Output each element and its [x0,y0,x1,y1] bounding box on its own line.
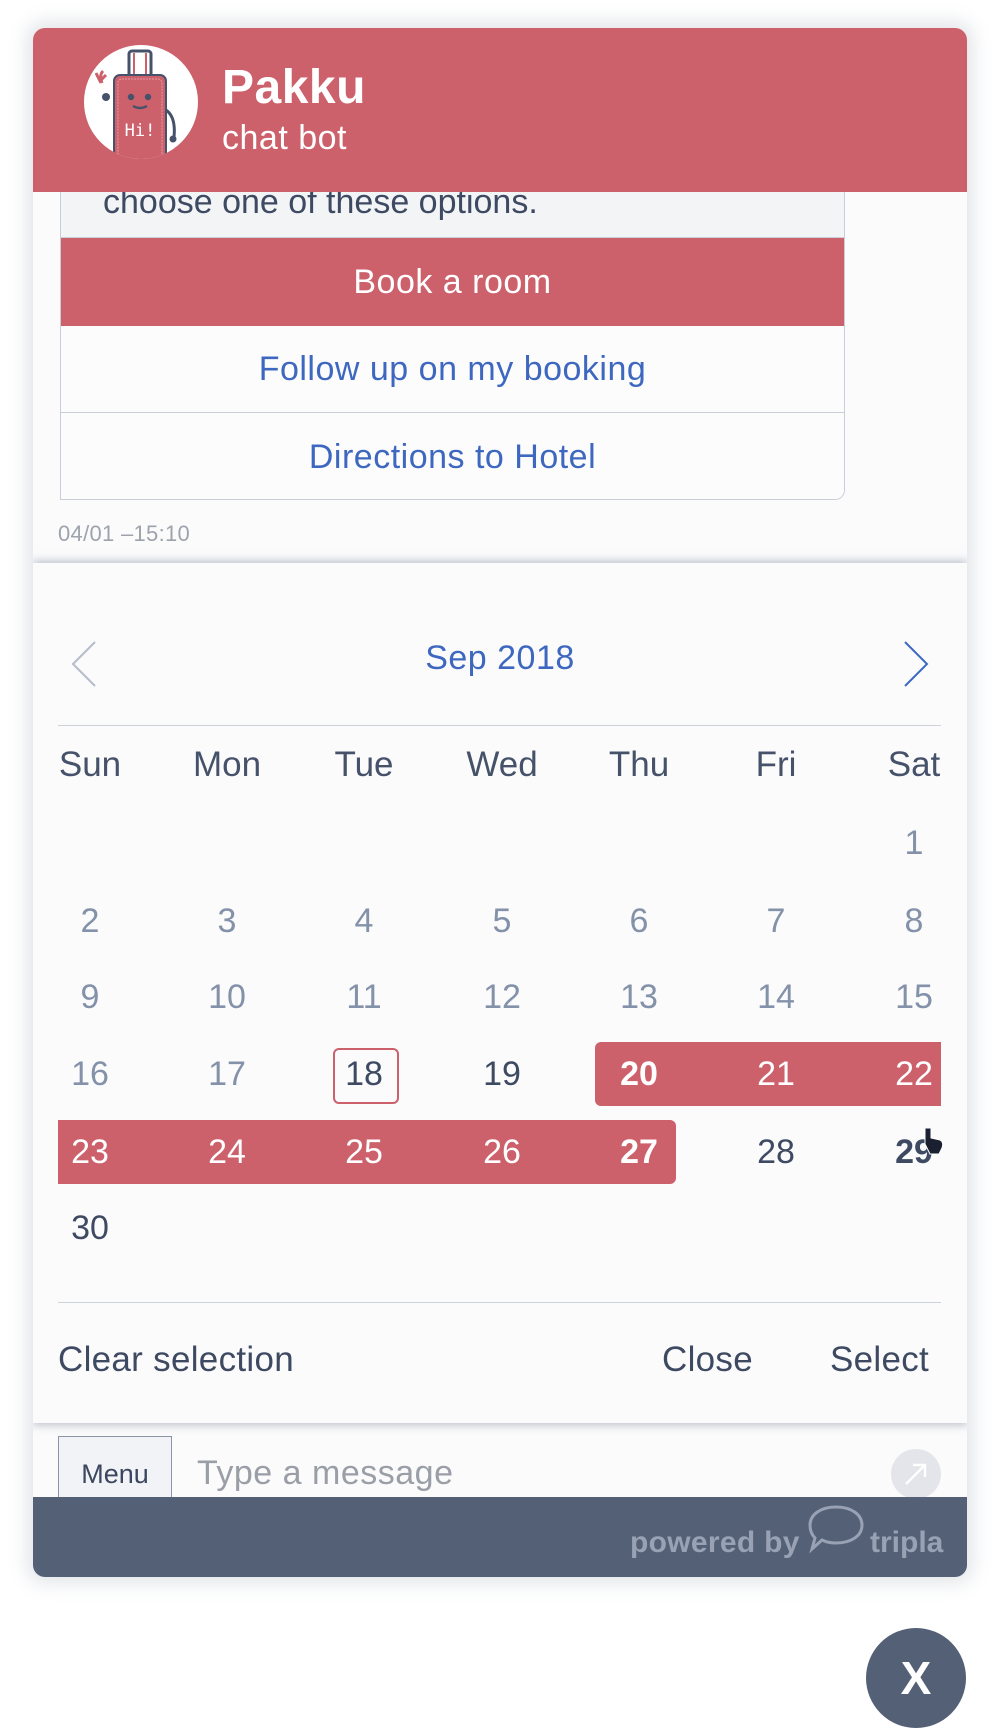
calendar-day[interactable]: 4 [314,891,414,951]
pointer-cursor-icon [924,1127,944,1155]
message-timestamp: 04/01 –15:10 [58,521,191,546]
calendar-day[interactable]: 13 [589,967,689,1027]
bot-subtitle: chat bot [222,119,347,157]
calendar-day[interactable]: 22 [864,1044,964,1104]
calendar-day[interactable]: 3 [177,891,277,951]
bot-message-options: choose one of these options. Book a room… [60,148,845,500]
calendar-day[interactable]: 24 [177,1122,277,1182]
message-input[interactable] [197,1445,837,1501]
close-widget-button[interactable]: X [866,1628,966,1728]
calendar-day[interactable]: 2 [40,891,140,951]
calendar-day[interactable]: 8 [864,891,964,951]
calendar-day[interactable]: 15 [864,967,964,1027]
bot-avatar: Hi! [84,45,198,159]
option-directions-button[interactable]: Directions to Hotel [61,413,844,499]
calendar-day[interactable]: 20 [589,1044,689,1104]
send-button[interactable] [891,1449,941,1499]
calendar-day[interactable]: 30 [40,1198,140,1258]
calendar-day[interactable]: 5 [452,891,552,951]
send-arrow-icon [905,1463,927,1485]
calendar-day[interactable]: 1 [864,813,964,873]
message-composer: Menu [33,1423,967,1512]
calendar-header-divider [58,725,941,726]
weekday-wed: Wed [466,745,538,784]
date-picker: Sep 2018 Sun Mon Tue Wed Thu Fri Sat 123456789… [33,563,967,1423]
calendar-day[interactable]: 17 [177,1044,277,1104]
select-dates-button[interactable]: Select [830,1340,929,1380]
chevron-right-icon[interactable] [903,641,929,687]
calendar-day[interactable]: 21 [726,1044,826,1104]
calendar-day[interactable]: 6 [589,891,689,951]
calendar-day[interactable]: 28 [726,1122,826,1182]
suitcase-mascot-icon: Hi! [94,49,177,159]
calendar-day[interactable]: 16 [40,1044,140,1104]
svg-text:Hi!: Hi! [125,121,156,141]
powered-by-text: powered by [630,1526,800,1559]
calendar-day[interactable]: 9 [40,967,140,1027]
bot-name: Pakku [222,61,366,114]
tripla-brand: tripla [870,1526,944,1559]
calendar-day[interactable]: 7 [726,891,826,951]
weekday-tue: Tue [334,745,394,784]
calendar-day[interactable]: 29 [864,1122,964,1182]
calendar-day[interactable]: 19 [452,1044,552,1104]
calendar-day[interactable]: 10 [177,967,277,1027]
weekday-fri: Fri [755,745,797,784]
clear-selection-button[interactable]: Clear selection [58,1340,294,1380]
chat-widget: choose one of these options. Book a room… [33,28,967,1577]
calendar-day[interactable]: 14 [726,967,826,1027]
weekday-sun: Sun [58,745,122,784]
calendar-day[interactable]: 25 [314,1122,414,1182]
close-calendar-button[interactable]: Close [662,1340,753,1380]
weekday-sat: Sat [887,745,941,784]
weekday-thu: Thu [608,745,670,784]
option-book-room-button[interactable]: Book a room [61,238,844,326]
weekday-mon: Mon [192,745,262,784]
calendar-day[interactable]: 26 [452,1122,552,1182]
calendar-day[interactable]: 12 [452,967,552,1027]
calendar-day[interactable]: 23 [40,1122,140,1182]
option-follow-up-button[interactable]: Follow up on my booking [61,326,844,413]
powered-by-footer: powered by tripla [33,1497,967,1577]
speech-bubble-logo-icon [808,1505,864,1554]
calendar-day[interactable]: 27 [589,1122,689,1182]
chat-header: Hi! Pakku chat bot [33,28,967,192]
calendar-footer-divider [58,1302,941,1303]
calendar-day[interactable]: 11 [314,967,414,1027]
calendar-day[interactable]: 18 [314,1044,414,1104]
month-title: Sep 2018 [425,639,575,677]
